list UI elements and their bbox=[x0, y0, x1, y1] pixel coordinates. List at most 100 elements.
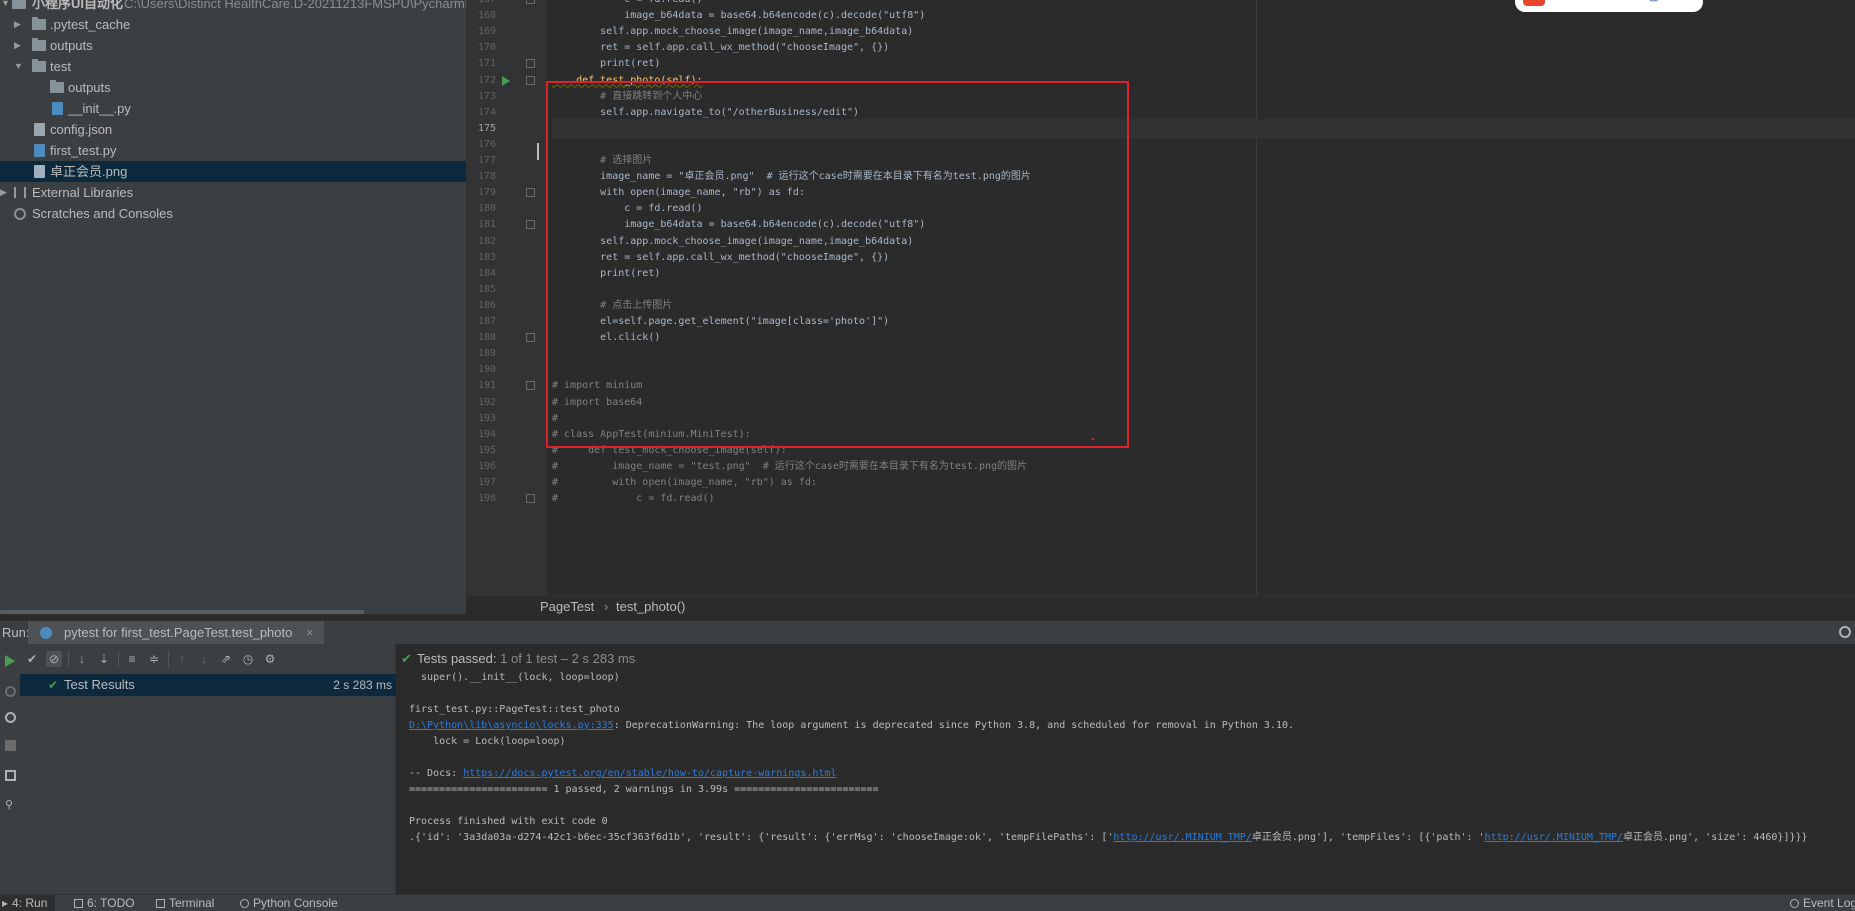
folder-icon bbox=[32, 59, 46, 72]
show-ignored-icon[interactable]: ⊘ bbox=[46, 651, 62, 667]
fold-icon[interactable] bbox=[526, 75, 535, 85]
tree-item-png-selected[interactable]: 卓正会员.png bbox=[0, 161, 466, 182]
sort-duration-icon[interactable]: ⇣ bbox=[96, 651, 112, 667]
console-link[interactable]: http://usr/.MINIUM_TMP/ bbox=[1113, 832, 1251, 843]
project-root-path: C:\Users\Distinct HealthCare.D-20211213F… bbox=[124, 0, 466, 11]
breadcrumb-class[interactable]: PageTest bbox=[540, 596, 594, 618]
sort-alpha-icon[interactable]: ↓ bbox=[74, 651, 90, 667]
tree-item-outputs[interactable]: ▶ outputs bbox=[0, 35, 466, 56]
play-icon: ▸ bbox=[2, 896, 9, 910]
fold-icon[interactable] bbox=[526, 0, 535, 4]
folder-icon bbox=[50, 80, 64, 93]
console-link[interactable]: https://docs.pytest.org/en/stable/how-to… bbox=[463, 768, 836, 779]
run-side-toolbar: ⚲ bbox=[0, 644, 20, 894]
grid-icon[interactable]: ▦ bbox=[1649, 0, 1658, 3]
settings-icon[interactable]: ⚙ bbox=[262, 651, 278, 667]
close-icon[interactable]: × bbox=[306, 625, 314, 640]
tree-item-scratches[interactable]: Scratches and Consoles bbox=[0, 203, 466, 224]
chevron-right-icon[interactable]: ▶ bbox=[0, 182, 10, 203]
history-icon[interactable]: ◷ bbox=[240, 651, 256, 667]
tree-item-first-test-py[interactable]: first_test.py bbox=[0, 140, 466, 161]
console-text: 卓正会员.png', 'size': 4460}]}}} bbox=[1623, 832, 1808, 843]
toolbar-separator bbox=[168, 651, 169, 667]
console-text: -- Docs: bbox=[409, 768, 464, 779]
stop-icon[interactable] bbox=[5, 740, 16, 751]
breadcrumb-method[interactable]: test_photo() bbox=[616, 596, 685, 618]
list-icon bbox=[74, 899, 83, 908]
tree-item-test-outputs[interactable]: outputs bbox=[0, 77, 466, 98]
breadcrumb: PageTest › test_photo() bbox=[466, 595, 1855, 617]
tool-window-event-log-label: Event Log bbox=[1803, 896, 1855, 910]
layout-icon[interactable] bbox=[5, 770, 16, 781]
run-gutter-icon[interactable] bbox=[502, 75, 510, 86]
rerun-failed-icon[interactable] bbox=[5, 686, 16, 697]
tree-item-label: first_test.py bbox=[50, 143, 117, 158]
tool-window-event-log[interactable]: Event Log bbox=[1790, 895, 1855, 911]
console-line: .{'id': '3a3da03a-d274-42c1-b6ec-35cf363… bbox=[409, 828, 1808, 847]
tree-item-test[interactable]: ▼ test bbox=[0, 56, 466, 77]
chevron-down-icon[interactable]: ▼ bbox=[1, 0, 11, 14]
export-icon[interactable]: ⇗ bbox=[218, 651, 234, 667]
debug-icon[interactable] bbox=[5, 712, 16, 723]
test-results-row[interactable]: ✔ Test Results 2 s 283 ms bbox=[20, 674, 396, 696]
prev-failed-icon[interactable]: ↑ bbox=[174, 651, 190, 667]
tool-window-python-console-label: Python Console bbox=[253, 896, 338, 910]
tool-window-run-label: 4: Run bbox=[12, 896, 48, 910]
fold-icon[interactable] bbox=[526, 494, 535, 504]
tree-item-label: Scratches and Consoles bbox=[32, 206, 173, 221]
scratches-icon bbox=[14, 208, 26, 220]
tree-item-label: .pytest_cache bbox=[50, 17, 131, 32]
console-scrollbar[interactable] bbox=[1850, 644, 1855, 894]
chevron-right-icon[interactable]: ▶ bbox=[14, 14, 24, 35]
punctuation-icon[interactable]: ✕ bbox=[1561, 0, 1569, 3]
toolbar-separator bbox=[68, 651, 69, 667]
chevron-down-icon[interactable]: ▼ bbox=[14, 56, 24, 77]
project-horizontal-scrollbar[interactable] bbox=[0, 610, 364, 614]
pin-icon[interactable]: ⚲ bbox=[5, 798, 16, 811]
fold-icon[interactable] bbox=[526, 59, 535, 69]
tool-window-python-console[interactable]: Python Console bbox=[240, 895, 338, 911]
run-title: Run: bbox=[2, 625, 30, 640]
project-root[interactable]: ▼ 小程序UI自动化 C:\Users\Distinct HealthCare.… bbox=[0, 0, 466, 14]
console-link[interactable]: http://usr/.MINIUM_TMP/ bbox=[1485, 832, 1623, 843]
chevron-right-icon[interactable]: ▶ bbox=[14, 35, 24, 56]
tool-window-todo[interactable]: 6: TODO bbox=[74, 895, 135, 911]
console-line: lock = Lock(loop=loop) bbox=[409, 736, 566, 747]
terminal-icon bbox=[156, 899, 165, 908]
menu-icon[interactable]: ▭ bbox=[1627, 0, 1636, 3]
tree-item-external-libraries[interactable]: ▶ External Libraries bbox=[0, 182, 466, 203]
code-line[interactable]: # c = fd.read() bbox=[552, 489, 1855, 508]
keyboard-icon[interactable]: ⌨ bbox=[1585, 0, 1599, 3]
fold-icon[interactable] bbox=[526, 333, 535, 343]
tool-window-terminal[interactable]: Terminal bbox=[156, 895, 214, 911]
show-passed-icon[interactable]: ✔ bbox=[24, 651, 40, 667]
python-icon bbox=[240, 899, 249, 908]
next-failed-icon[interactable]: ↓ bbox=[196, 651, 212, 667]
fold-icon[interactable] bbox=[526, 188, 535, 198]
input-method-icon[interactable] bbox=[1523, 0, 1545, 6]
collapse-all-icon[interactable]: ≑ bbox=[146, 651, 162, 667]
tree-item-init-py[interactable]: __init__.py bbox=[0, 98, 466, 119]
editor-gutter[interactable]: 1671681691701711721731741751761771781791… bbox=[466, 0, 546, 595]
tool-window-run[interactable]: ▸ 4: Run bbox=[0, 895, 56, 911]
console-line: super().__init__(lock, loop=loop) bbox=[409, 672, 620, 683]
tree-item-label: 卓正会员.png bbox=[50, 164, 128, 179]
check-icon: ✔ bbox=[48, 678, 59, 692]
folder-icon bbox=[32, 17, 46, 30]
mic-icon[interactable]: ᵎ bbox=[1607, 0, 1609, 3]
tree-item-pytest-cache[interactable]: ▶ .pytest_cache bbox=[0, 14, 466, 35]
project-tool-window: ▼ 小程序UI自动化 C:\Users\Distinct HealthCare.… bbox=[0, 0, 466, 614]
gear-icon[interactable] bbox=[1839, 626, 1851, 638]
rerun-icon[interactable] bbox=[5, 655, 15, 667]
toolbar-separator bbox=[118, 651, 119, 667]
tree-item-label: test bbox=[50, 59, 71, 74]
fold-icon[interactable] bbox=[526, 381, 535, 391]
python-file-icon bbox=[34, 144, 45, 157]
run-tab[interactable]: pytest for first_test.PageTest.test_phot… bbox=[28, 621, 324, 645]
console-link[interactable]: D:\Python\lib\asyncio\locks.py:335 bbox=[409, 720, 614, 731]
floating-toolbar-badge[interactable]: ✕ ⌨ ᵎ ▭ ▦ bbox=[1515, 0, 1703, 12]
fold-icon[interactable] bbox=[526, 220, 535, 230]
expand-all-icon[interactable]: ≡ bbox=[124, 651, 140, 667]
tree-item-config-json[interactable]: config.json bbox=[0, 119, 466, 140]
test-results-duration: 2 s 283 ms bbox=[333, 678, 392, 692]
